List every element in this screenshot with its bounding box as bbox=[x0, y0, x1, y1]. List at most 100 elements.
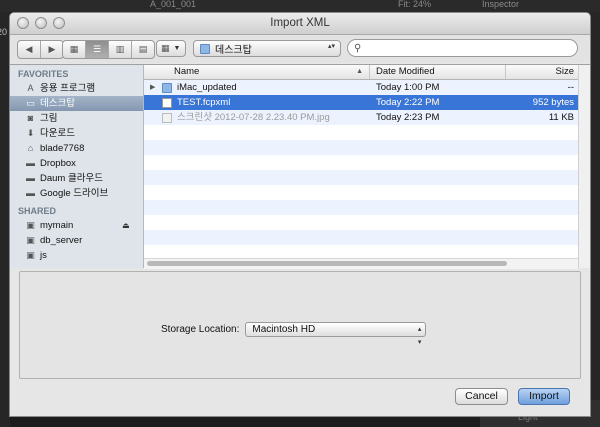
sidebar-item-pictures[interactable]: ◙ 그림 bbox=[10, 111, 143, 126]
disclosure-triangle-icon[interactable]: ▶ bbox=[150, 80, 162, 95]
file-date: Today 2:22 PM bbox=[376, 97, 440, 108]
window-controls bbox=[17, 17, 65, 29]
desktop-icon: ▭ bbox=[26, 98, 35, 108]
sidebar-item-mymain[interactable]: ▣ mymain ⏏ bbox=[10, 218, 143, 233]
sidebar-item-label: db_server bbox=[40, 235, 83, 246]
folder-icon: ▬ bbox=[26, 173, 35, 183]
column-date-label: Date Modified bbox=[376, 66, 435, 77]
storage-location-label: Storage Location: bbox=[161, 324, 240, 335]
eject-icon[interactable]: ⏏ bbox=[122, 218, 130, 233]
column-name-header[interactable]: Name ▲ bbox=[144, 65, 370, 79]
updown-arrows-icon: ▴▾ bbox=[327, 43, 335, 50]
folder-icon: ▬ bbox=[26, 158, 35, 168]
downloads-icon: ⬇ bbox=[26, 128, 35, 138]
sidebar-item-label: Dropbox bbox=[40, 158, 76, 169]
sidebar-item-label: 데스크탑 bbox=[40, 98, 75, 109]
sidebar-item-google-drive[interactable]: ▬ Google 드라이브 bbox=[10, 186, 143, 201]
sidebar-item-label: 다운로드 bbox=[40, 128, 75, 139]
sidebar-item-label: 그림 bbox=[40, 113, 58, 124]
computer-icon: ▣ bbox=[26, 235, 35, 245]
updown-arrows-icon: ▴▾ bbox=[417, 326, 422, 346]
file-row-test-fcpxml[interactable]: TEST.fcpxml Today 2:22 PM 952 bytes bbox=[144, 95, 578, 110]
shared-header: SHARED bbox=[18, 206, 57, 216]
sidebar-item-label: js bbox=[40, 250, 47, 261]
chevron-down-icon: ▼ bbox=[173, 45, 181, 52]
back-arrow-icon: ◀ bbox=[25, 44, 33, 54]
folder-icon bbox=[162, 82, 172, 93]
sidebar-item-applications[interactable]: A 응용 프로그램 bbox=[10, 81, 143, 96]
sidebar-item-db-server[interactable]: ▣ db_server bbox=[10, 233, 143, 248]
file-date: Today 1:00 PM bbox=[376, 82, 440, 93]
storage-location-row: Storage Location: Macintosh HD ▴ ▾ bbox=[161, 322, 427, 346]
image-file-icon bbox=[162, 112, 172, 123]
favorites-header: FAVORITES bbox=[18, 69, 69, 79]
background-inspector-label: Inspector bbox=[482, 0, 520, 9]
computer-icon: ▣ bbox=[26, 220, 35, 230]
file-row-screenshot[interactable]: 스크린샷 2012-07-28 2.23.40 PM.jpg Today 2:2… bbox=[144, 110, 578, 125]
sidebar-item-label: mymain bbox=[40, 220, 74, 231]
sidebar-item-label: Google 드라이브 bbox=[40, 188, 109, 199]
folder-icon: ▬ bbox=[26, 188, 35, 198]
background-clip-name: A_001_001 bbox=[150, 0, 197, 9]
folder-icon bbox=[200, 43, 210, 54]
storage-location-value: Macintosh HD bbox=[252, 324, 316, 335]
back-forward-control: ◀ ▶ bbox=[17, 40, 64, 59]
close-window-button[interactable] bbox=[17, 17, 29, 29]
storage-location-select[interactable]: Macintosh HD ▴ ▾ bbox=[245, 322, 427, 346]
zoom-window-button[interactable] bbox=[53, 17, 65, 29]
file-name: TEST.fcpxml bbox=[177, 97, 231, 108]
list-view-button[interactable]: ☰ bbox=[86, 41, 109, 58]
sort-ascending-icon: ▲ bbox=[356, 68, 363, 75]
file-list: Name ▲ Date Modified Size ▶ iMac_updated… bbox=[144, 65, 578, 268]
pictures-icon: ◙ bbox=[27, 113, 34, 123]
cancel-button[interactable]: Cancel bbox=[455, 388, 508, 405]
file-row-imac-updated[interactable]: ▶ iMac_updated Today 1:00 PM -- bbox=[144, 80, 578, 95]
applications-icon: A bbox=[27, 83, 34, 93]
horizontal-scroll-thumb[interactable] bbox=[147, 261, 507, 266]
column-header: Name ▲ Date Modified Size bbox=[144, 65, 578, 80]
import-button[interactable]: Import bbox=[518, 388, 570, 405]
list-icon: ☰ bbox=[92, 44, 102, 54]
horizontal-scrollbar[interactable] bbox=[144, 258, 578, 269]
column-date-header[interactable]: Date Modified bbox=[370, 65, 506, 79]
column-size-header[interactable]: Size bbox=[506, 65, 578, 79]
background-left-text: 20 bbox=[0, 27, 8, 37]
sidebar-item-downloads[interactable]: ⬇ 다운로드 bbox=[10, 126, 143, 141]
file-name: iMac_updated bbox=[177, 82, 237, 93]
icon-view-button[interactable]: ▦ bbox=[63, 41, 86, 58]
sidebar-item-dropbox[interactable]: ▬ Dropbox bbox=[10, 156, 143, 171]
sidebar-item-js[interactable]: ▣ js bbox=[10, 248, 143, 263]
search-input[interactable]: ⚲ bbox=[347, 39, 578, 57]
vertical-scrollbar[interactable] bbox=[578, 65, 590, 268]
sidebar-item-daum-cloud[interactable]: ▬ Daum 클라우드 bbox=[10, 171, 143, 186]
toolbar: ◀ ▶ ▦ ☰ ▥ ▤ ▦ ▼ 데스크탑 ▴▾ ⚲ bbox=[10, 35, 590, 63]
sidebar-item-label: Daum 클라우드 bbox=[40, 173, 103, 184]
sidebar-item-desktop[interactable]: ▭ 데스크탑 bbox=[10, 96, 143, 111]
title-bar: Import XML bbox=[10, 13, 590, 35]
arrange-grid-icon: ▦ bbox=[161, 43, 170, 53]
arrange-menu-button[interactable]: ▦ ▼ bbox=[156, 40, 186, 57]
minimize-window-button[interactable] bbox=[35, 17, 47, 29]
back-button[interactable]: ◀ bbox=[18, 41, 41, 58]
file-rows: ▶ iMac_updated Today 1:00 PM -- TEST.fcp… bbox=[144, 80, 578, 245]
sidebar: FAVORITES A 응용 프로그램 ▭ 데스크탑 ◙ 그림 ⬇ 다운로드 ⌂… bbox=[10, 65, 144, 268]
window-title: Import XML bbox=[270, 17, 330, 29]
coverflow-view-button[interactable]: ▤ bbox=[132, 41, 154, 58]
column-view-button[interactable]: ▥ bbox=[109, 41, 132, 58]
column-name-label: Name bbox=[174, 66, 200, 77]
forward-arrow-icon: ▶ bbox=[48, 44, 56, 54]
columns-icon: ▥ bbox=[115, 44, 125, 54]
file-name: 스크린샷 2012-07-28 2.23.40 PM.jpg bbox=[177, 112, 330, 123]
sidebar-item-label: 응용 프로그램 bbox=[40, 83, 96, 94]
location-popup[interactable]: 데스크탑 ▴▾ bbox=[193, 40, 341, 57]
accessory-panel: Storage Location: Macintosh HD ▴ ▾ bbox=[19, 271, 581, 379]
forward-button[interactable]: ▶ bbox=[41, 41, 63, 58]
file-date: Today 2:23 PM bbox=[376, 112, 440, 123]
import-xml-dialog: Import XML ◀ ▶ ▦ ☰ ▥ ▤ ▦ ▼ 데스크탑 ▴▾ ⚲ FAV… bbox=[9, 12, 591, 417]
sidebar-item-home[interactable]: ⌂ blade7768 bbox=[10, 141, 143, 156]
file-size: -- bbox=[567, 82, 574, 93]
background-fit-readout: Fit: 24% bbox=[398, 0, 432, 9]
icon-grid-icon: ▦ bbox=[69, 44, 79, 54]
sidebar-item-label: blade7768 bbox=[40, 143, 85, 154]
coverflow-icon: ▤ bbox=[138, 44, 148, 54]
